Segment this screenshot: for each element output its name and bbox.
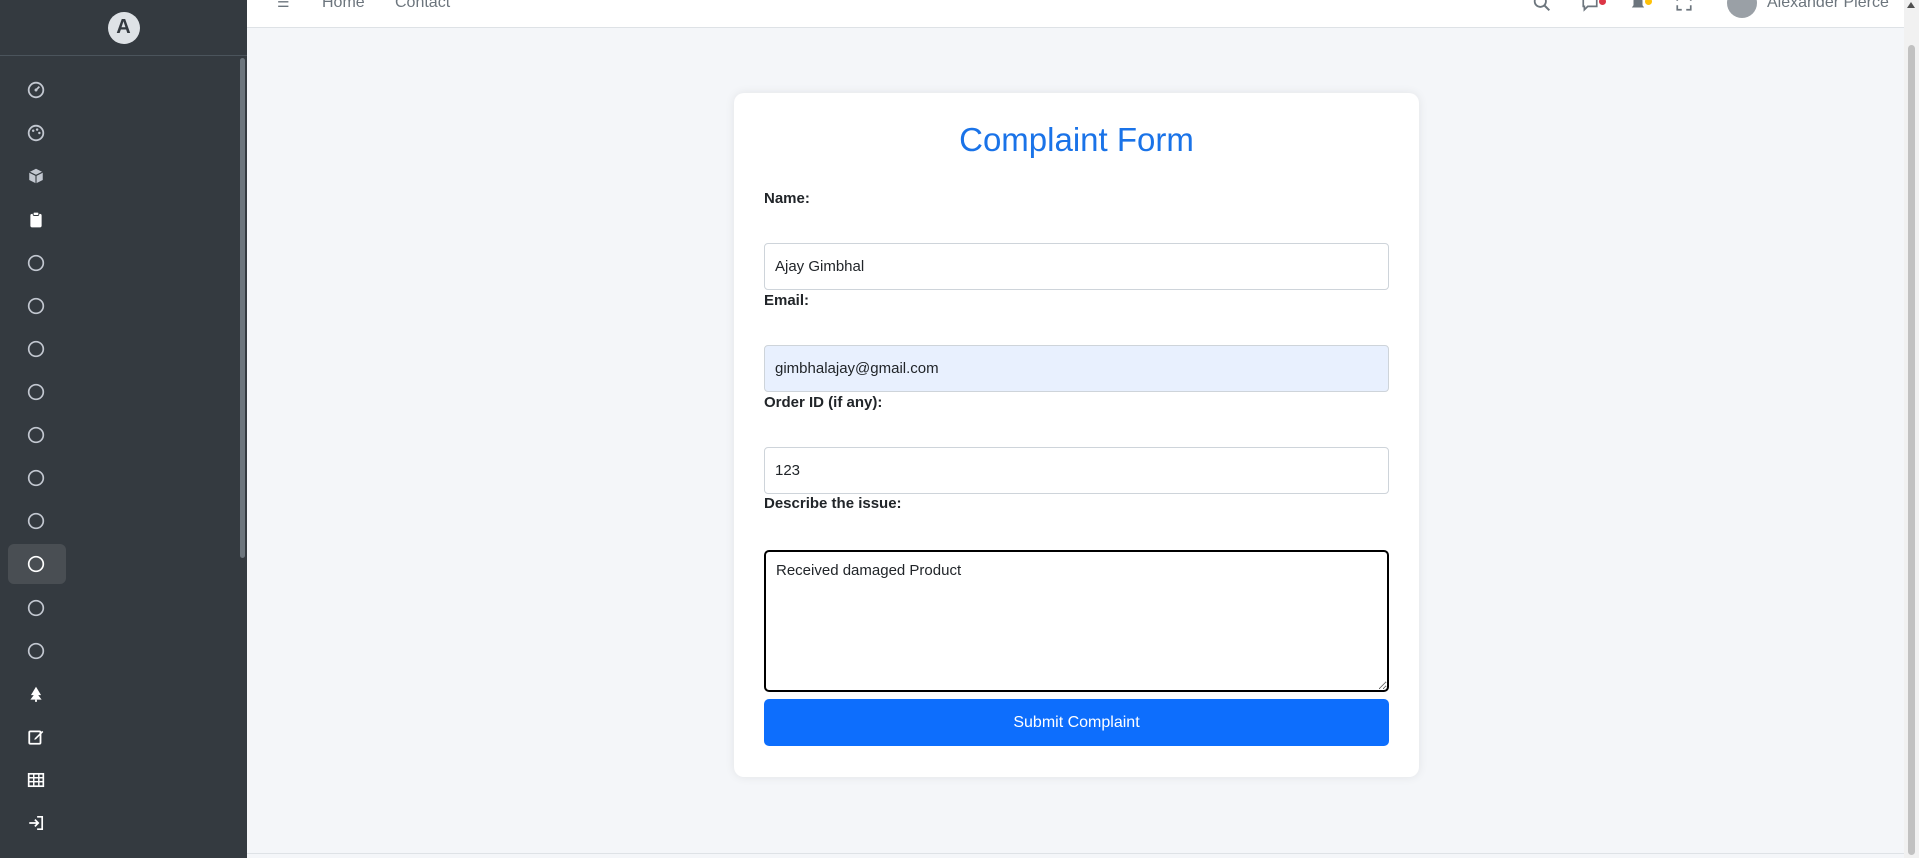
circle-icon: [27, 254, 45, 272]
palette-icon: [27, 124, 45, 142]
sidebar-item-login[interactable]: [8, 803, 66, 843]
sidebar-item-7[interactable]: [8, 329, 66, 369]
menu-icon[interactable]: ☰: [277, 0, 290, 11]
name-label: Name:: [764, 190, 810, 207]
circle-icon: [27, 599, 45, 617]
page-scrollbar-thumb[interactable]: [1908, 45, 1915, 855]
submit-complaint-button[interactable]: Submit Complaint: [764, 699, 1389, 746]
circle-icon: [27, 383, 45, 401]
box-icon: [28, 168, 44, 184]
nav-link-home[interactable]: Home: [322, 0, 365, 12]
sign-in-icon: [29, 815, 44, 831]
messages-badge: [1599, 0, 1606, 5]
issue-label: Describe the issue:: [764, 495, 902, 512]
page-scrollbar[interactable]: [1904, 0, 1919, 858]
scroll-up-icon[interactable]: [1907, 2, 1915, 8]
tree-icon: [30, 686, 42, 702]
expand-icon[interactable]: [1675, 0, 1693, 12]
sidebar-item-theme[interactable]: [8, 113, 66, 153]
circle-icon: [27, 512, 45, 530]
avatar[interactable]: [1727, 0, 1757, 18]
circle-icon: [27, 426, 45, 444]
dashboard-icon: [27, 81, 45, 99]
sidebar-item-6[interactable]: [8, 286, 66, 326]
issue-textarea[interactable]: Received damaged Product: [764, 550, 1389, 692]
clipboard-icon: [30, 211, 42, 228]
sidebar-item-13[interactable]: [8, 588, 66, 628]
sidebar-item-complaints-active[interactable]: [8, 544, 66, 584]
sidebar-scrollbar[interactable]: [240, 58, 245, 558]
top-navbar: ☰ Home Contact Alexander Pierce: [247, 0, 1919, 28]
circle-icon: [27, 642, 45, 660]
circle-icon: [27, 340, 45, 358]
circle-icon: [27, 555, 45, 573]
email-label: Email:: [764, 292, 810, 309]
order-id-label: Order ID (if any):: [764, 394, 883, 411]
sidebar-item-8[interactable]: [8, 372, 66, 412]
complaint-form-card: Complaint Form Name: Email: Order ID (if…: [734, 93, 1419, 777]
circle-icon: [27, 297, 45, 315]
sidebar-item-tree[interactable]: [8, 674, 66, 714]
user-name[interactable]: Alexander Pierce: [1767, 0, 1889, 12]
sidebar-item-orders[interactable]: [8, 200, 66, 240]
sidebar-item-14[interactable]: [8, 631, 66, 671]
form-title: Complaint Form: [959, 121, 1194, 158]
nav-link-contact[interactable]: Contact: [395, 0, 450, 12]
email-input[interactable]: [764, 345, 1389, 392]
sidebar-item-10[interactable]: [8, 458, 66, 498]
brand-logo[interactable]: A: [107, 11, 140, 44]
sidebar: A: [0, 0, 247, 858]
sidebar-item-11[interactable]: [8, 501, 66, 541]
sidebar-item-5[interactable]: [8, 243, 66, 283]
sidebar-item-tables[interactable]: [8, 760, 66, 800]
chat-icon[interactable]: [1581, 0, 1599, 12]
sidebar-item-edit[interactable]: [8, 717, 66, 757]
sidebar-item-products[interactable]: [8, 156, 66, 196]
name-input[interactable]: [764, 243, 1389, 290]
notifications-badge: [1645, 0, 1652, 5]
sidebar-item-dashboard[interactable]: [8, 70, 66, 110]
table-icon: [27, 772, 45, 788]
brand[interactable]: A: [0, 0, 247, 56]
footer-divider: [247, 853, 1904, 854]
search-icon[interactable]: [1533, 0, 1551, 12]
edit-icon: [28, 730, 44, 745]
circle-icon: [27, 469, 45, 487]
sidebar-item-9[interactable]: [8, 415, 66, 455]
order-id-input[interactable]: [764, 447, 1389, 494]
